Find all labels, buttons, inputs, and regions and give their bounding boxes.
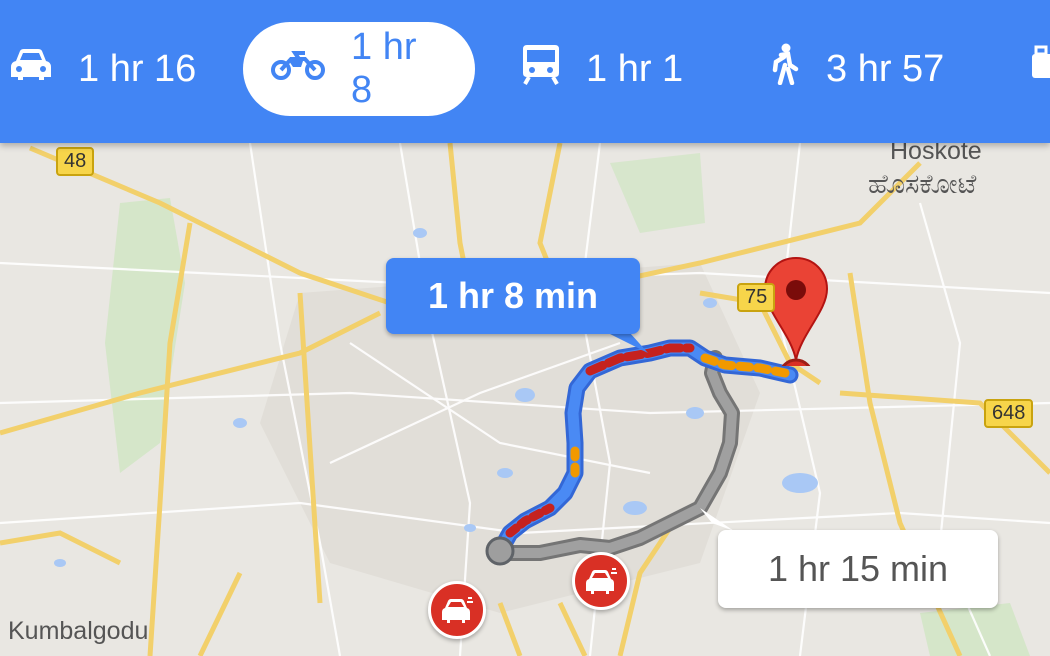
highway-shield-48: 48 xyxy=(56,147,95,176)
mode-transit-time: 1 hr 1 xyxy=(586,47,684,90)
mode-walk-tab[interactable]: 3 hr 57 xyxy=(768,22,944,116)
motorbike-icon xyxy=(271,48,325,91)
transit-icon xyxy=(522,43,560,95)
highway-shield-648: 648 xyxy=(984,399,1034,428)
mode-car-tab[interactable]: 1 hr 16 xyxy=(10,22,196,116)
place-label-hoskote-kannada: ಹೊಸಕೋಟೆ xyxy=(868,169,977,199)
place-label-kumbalgodu: Kumbalgodu xyxy=(8,617,149,645)
mode-transit-tab[interactable]: 1 hr 1 xyxy=(522,22,683,116)
traffic-incident-icon[interactable] xyxy=(428,581,486,639)
route-time-callout-alternate[interactable]: 1 hr 15 min xyxy=(718,530,998,608)
car-icon xyxy=(10,47,52,91)
highway-shield-75: 75 xyxy=(737,283,776,312)
mode-walk-time: 3 hr 57 xyxy=(826,47,945,90)
walk-icon xyxy=(768,43,800,95)
mode-motorbike-tab[interactable]: 1 hr 8 xyxy=(243,22,475,116)
route-time-callout-primary[interactable]: 1 hr 8 min xyxy=(386,258,640,334)
traffic-incident-icon[interactable] xyxy=(572,552,630,610)
ride-icon xyxy=(1030,44,1050,94)
mode-motorbike-time: 1 hr 8 xyxy=(351,26,417,111)
mode-car-time: 1 hr 16 xyxy=(78,47,197,90)
mode-ride-tab[interactable] xyxy=(1030,22,1050,116)
travel-mode-bar: 1 hr 16 1 hr 8 1 hr 1 3 hr 57 xyxy=(0,0,1050,143)
map-view[interactable]: Hoskote ಹೊಸಕೋಟೆ Kumbalgodu 48 75 648 1 h… xyxy=(0,137,1050,656)
